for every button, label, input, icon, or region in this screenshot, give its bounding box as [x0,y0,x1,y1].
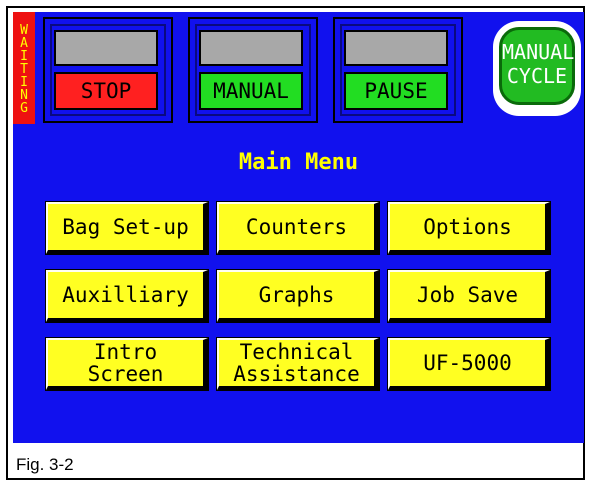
menu-title: Main Menu [238,150,359,175]
stop-button[interactable]: STOP [54,72,158,110]
status-letter: A [20,35,28,51]
menu-button-label: Auxilliary [62,283,189,307]
counters-button[interactable]: Counters [216,201,380,255]
status-letter: T [20,61,28,77]
menu-button-label: Job Save [416,283,519,307]
status-letter: G [20,100,28,116]
graphs-button[interactable]: Graphs [216,269,380,323]
intro-screen-button[interactable]: Intro Screen [45,337,209,391]
menu-button-label-line1: Intro [93,340,158,364]
pause-lamp [344,30,448,66]
hmi-screen: W A I T I N G STOP MANUAL PAUSE MANUAL C… [13,12,584,443]
status-letter: I [20,74,28,90]
waiting-status-indicator: W A I T I N G [13,12,35,124]
menu-button-label: Bag Set-up [62,215,189,239]
auxilliary-button[interactable]: Auxilliary [45,269,209,323]
options-button[interactable]: Options [387,201,551,255]
stop-lamp [54,30,158,66]
manual-lamp [199,30,303,66]
status-letter: I [20,48,28,64]
menu-button-label: UF-5000 [423,351,512,375]
menu-button-label: Options [423,215,512,239]
menu-button-label-line2: Screen [87,362,164,386]
manual-panel: MANUAL [188,17,318,123]
technical-assistance-button[interactable]: Technical Assistance [216,337,380,391]
manual-button[interactable]: MANUAL [199,72,303,110]
figure-caption: Fig. 3-2 [16,455,74,474]
menu-button-label-line2: Assistance [233,362,360,386]
menu-button-label: Graphs [258,283,335,307]
pause-panel: PAUSE [333,17,463,123]
manual-cycle-line2: CYCLE [506,64,568,88]
menu-button-label: Counters [245,215,348,239]
manual-cycle-line1: MANUAL [502,40,575,64]
status-letter: W [20,22,28,38]
manual-cycle-button[interactable]: MANUAL CYCLE [493,21,581,116]
manual-cycle-face[interactable]: MANUAL CYCLE [499,27,575,105]
stop-panel: STOP [43,17,173,123]
uf-5000-button[interactable]: UF-5000 [387,337,551,391]
status-letter: N [20,87,28,103]
pause-button[interactable]: PAUSE [344,72,448,110]
bag-setup-button[interactable]: Bag Set-up [45,201,209,255]
menu-button-label-line1: Technical [239,340,354,364]
job-save-button[interactable]: Job Save [387,269,551,323]
